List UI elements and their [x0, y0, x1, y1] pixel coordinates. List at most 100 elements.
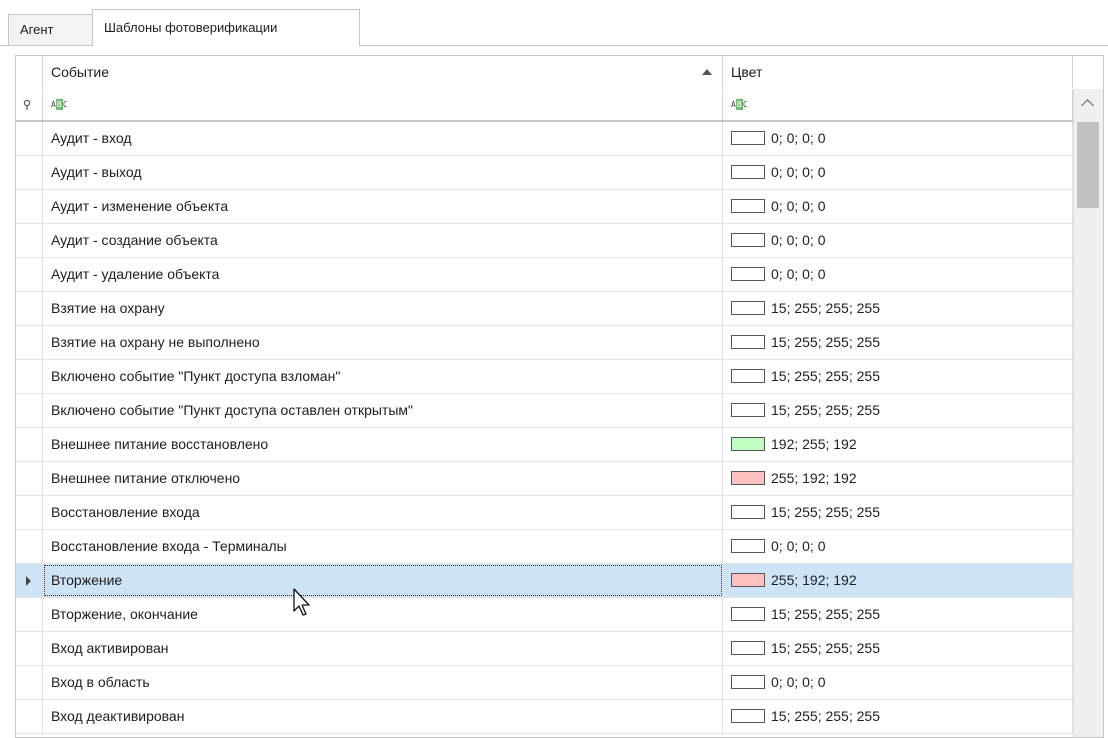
event-cell[interactable]: Аудит - выход [43, 156, 723, 189]
color-value: 0; 0; 0; 0 [771, 164, 826, 180]
color-cell[interactable]: 15; 255; 255; 255 [723, 598, 1073, 631]
row-indicator-cell[interactable] [16, 632, 43, 665]
event-cell[interactable]: Взятие на охрану [43, 292, 723, 325]
row-indicator-cell[interactable] [16, 156, 43, 189]
pin-icon [23, 99, 31, 110]
color-cell[interactable]: 15; 255; 255; 255 [723, 292, 1073, 325]
color-filter-cell[interactable]: ABC [723, 89, 1073, 120]
color-value: 15; 255; 255; 255 [771, 402, 880, 418]
events-grid: Событие Цвет ABC ABC Аудит - вход 0; 0; 0… [15, 55, 1104, 738]
row-indicator-cell[interactable] [16, 530, 43, 563]
color-cell[interactable]: 255; 192; 192 [723, 462, 1073, 495]
row-indicator-cell[interactable] [16, 598, 43, 631]
color-value: 192; 255; 192 [771, 436, 857, 452]
color-swatch [731, 199, 765, 213]
row-indicator-cell[interactable] [16, 496, 43, 529]
tab-photo-verification-templates[interactable]: Шаблоны фотоверификации [92, 9, 360, 46]
event-cell[interactable]: Аудит - создание объекта [43, 224, 723, 257]
table-row[interactable]: Вход активирован 15; 255; 255; 255 [16, 632, 1073, 666]
event-cell[interactable]: Восстановление входа - Терминалы [43, 530, 723, 563]
event-cell[interactable]: Вторжение, окончание [43, 598, 723, 631]
tab-strip: Агент Шаблоны фотоверификации [0, 0, 1108, 46]
row-indicator-cell[interactable] [16, 428, 43, 461]
vertical-scrollbar[interactable] [1073, 89, 1103, 737]
event-cell[interactable]: Включено событие "Пункт доступа взломан" [43, 360, 723, 393]
table-row[interactable]: Включено событие "Пункт доступа оставлен… [16, 394, 1073, 428]
table-row[interactable]: Вход в область 0; 0; 0; 0 [16, 666, 1073, 700]
column-header-color[interactable]: Цвет [723, 56, 1073, 88]
row-indicator-cell[interactable] [16, 462, 43, 495]
column-header-event[interactable]: Событие [43, 56, 723, 88]
event-cell[interactable]: Аудит - удаление объекта [43, 258, 723, 291]
event-cell[interactable]: Восстановление входа [43, 496, 723, 529]
color-cell[interactable]: 15; 255; 255; 255 [723, 496, 1073, 529]
row-indicator-cell[interactable] [16, 224, 43, 257]
table-row[interactable]: Аудит - удаление объекта 0; 0; 0; 0 [16, 258, 1073, 292]
table-row[interactable]: Аудит - вход 0; 0; 0; 0 [16, 122, 1073, 156]
color-value: 15; 255; 255; 255 [771, 640, 880, 656]
event-cell[interactable]: Внешнее питание отключено [43, 462, 723, 495]
event-cell[interactable]: Вход деактивирован [43, 700, 723, 733]
scrollbar-thumb[interactable] [1077, 122, 1099, 208]
table-row[interactable]: Восстановление входа - Терминалы 0; 0; 0;… [16, 530, 1073, 564]
table-row[interactable]: Внешнее питание восстановлено 192; 255; 1… [16, 428, 1073, 462]
color-cell[interactable]: 15; 255; 255; 255 [723, 632, 1073, 665]
event-cell[interactable]: Взятие на охрану не выполнено [43, 326, 723, 359]
color-cell[interactable]: 15; 255; 255; 255 [723, 360, 1073, 393]
color-cell[interactable]: 0; 0; 0; 0 [723, 122, 1073, 155]
row-indicator-cell[interactable] [16, 326, 43, 359]
table-row[interactable]: Вторжение, окончание 15; 255; 255; 255 [16, 598, 1073, 632]
event-cell[interactable]: Вход в область [43, 666, 723, 699]
row-indicator-cell[interactable] [16, 360, 43, 393]
color-cell[interactable]: 15; 255; 255; 255 [723, 700, 1073, 733]
mouse-pointer-icon [293, 588, 310, 616]
color-cell[interactable]: 0; 0; 0; 0 [723, 190, 1073, 223]
table-row[interactable]: Аудит - выход 0; 0; 0; 0 [16, 156, 1073, 190]
table-row[interactable]: Аудит - изменение объекта 0; 0; 0; 0 [16, 190, 1073, 224]
event-cell[interactable]: Аудит - вход [43, 122, 723, 155]
row-indicator-cell[interactable] [16, 394, 43, 427]
tab-agent[interactable]: Агент [8, 14, 93, 45]
table-row[interactable]: Взятие на охрану не выполнено 15; 255; 25… [16, 326, 1073, 360]
table-row[interactable]: Вход деактивирован 15; 255; 255; 255 [16, 700, 1073, 734]
row-indicator-cell[interactable] [16, 190, 43, 223]
color-value: 255; 192; 192 [771, 470, 857, 486]
color-cell[interactable]: 0; 0; 0; 0 [723, 224, 1073, 257]
color-swatch [731, 233, 765, 247]
color-swatch [731, 641, 765, 655]
color-cell[interactable]: 15; 255; 255; 255 [723, 394, 1073, 427]
row-indicator-cell[interactable] [16, 258, 43, 291]
color-value: 15; 255; 255; 255 [771, 504, 880, 520]
event-cell[interactable]: Включено событие "Пункт доступа оставлен… [43, 394, 723, 427]
row-indicator-cell[interactable] [16, 564, 43, 597]
row-indicator-cell[interactable] [16, 700, 43, 733]
color-cell[interactable]: 0; 0; 0; 0 [723, 530, 1073, 563]
color-swatch [731, 471, 765, 485]
color-cell[interactable]: 15; 255; 255; 255 [723, 326, 1073, 359]
row-indicator-cell[interactable] [16, 666, 43, 699]
color-cell[interactable]: 255; 192; 192 [723, 564, 1073, 597]
column-header-event-label: Событие [51, 64, 109, 80]
event-cell[interactable]: Аудит - изменение объекта [43, 190, 723, 223]
grid-header: Событие Цвет [16, 56, 1103, 90]
table-row[interactable]: Взятие на охрану 15; 255; 255; 255 [16, 292, 1073, 326]
row-indicator-cell[interactable] [16, 122, 43, 155]
table-row[interactable]: Внешнее питание отключено 255; 192; 192 [16, 462, 1073, 496]
table-row[interactable]: Вторжение 255; 192; 192 [16, 564, 1073, 598]
event-filter-cell[interactable]: ABC [43, 89, 723, 120]
color-swatch [731, 165, 765, 179]
table-row[interactable]: Восстановление входа 15; 255; 255; 255 [16, 496, 1073, 530]
table-row[interactable]: Аудит - создание объекта 0; 0; 0; 0 [16, 224, 1073, 258]
color-cell[interactable]: 0; 0; 0; 0 [723, 156, 1073, 189]
color-cell[interactable]: 0; 0; 0; 0 [723, 666, 1073, 699]
event-cell[interactable]: Вторжение [43, 564, 723, 597]
color-cell[interactable]: 0; 0; 0; 0 [723, 258, 1073, 291]
auto-filter-row: ABC ABC [16, 89, 1103, 122]
scroll-up-icon[interactable] [1081, 99, 1094, 112]
table-row[interactable]: Включено событие "Пункт доступа взломан"… [16, 360, 1073, 394]
event-cell[interactable]: Вход активирован [43, 632, 723, 665]
event-cell[interactable]: Внешнее питание восстановлено [43, 428, 723, 461]
color-value: 0; 0; 0; 0 [771, 232, 826, 248]
row-indicator-cell[interactable] [16, 292, 43, 325]
color-cell[interactable]: 192; 255; 192 [723, 428, 1073, 461]
